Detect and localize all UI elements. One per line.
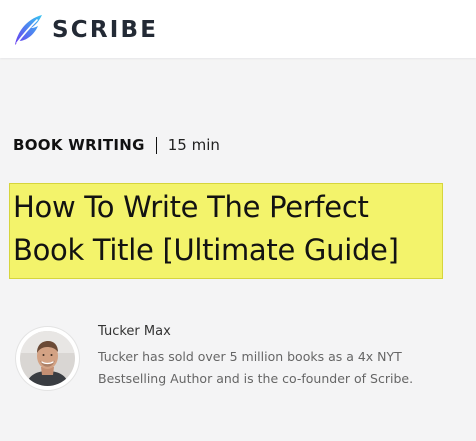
logo-text: SCRIBE — [52, 17, 159, 43]
author-bio: Tucker has sold over 5 million books as … — [98, 346, 458, 390]
feather-logo-icon — [15, 15, 42, 45]
author-bio-line-2: Bestselling Author and is the co-founder… — [98, 371, 414, 386]
author-name[interactable]: Tucker Max — [98, 324, 171, 339]
author-photo — [20, 331, 75, 386]
meta-divider — [155, 136, 157, 154]
page-title: How To Write The Perfect Book Title [Ulti… — [13, 186, 443, 272]
scribe-logo-link[interactable]: SCRIBE — [12, 13, 158, 47]
site-header: SCRIBE — [0, 0, 476, 58]
title-line-2: Book Title [Ultimate Guide] — [13, 233, 399, 267]
read-time: 15 min — [167, 136, 220, 154]
author-bio-line-1: Tucker has sold over 5 million books as … — [98, 349, 402, 364]
author-avatar[interactable] — [16, 327, 79, 390]
title-line-1: How To Write The Perfect — [13, 190, 369, 224]
article-meta: BOOK WRITING 15 min — [13, 136, 220, 154]
category-label[interactable]: BOOK WRITING — [13, 136, 145, 154]
